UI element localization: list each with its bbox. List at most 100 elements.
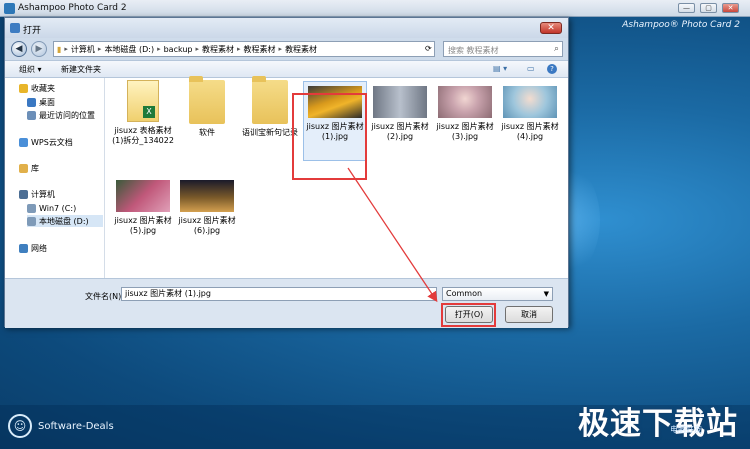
chevron-right-icon: ▸ — [278, 45, 283, 53]
sidebar-item-label: Win7 (C:) — [39, 203, 77, 213]
back-button[interactable]: ◀ — [11, 41, 27, 57]
selected-file-highlight — [292, 93, 367, 180]
breadcrumb-item[interactable]: 教程素材 — [285, 44, 317, 55]
image-thumbnail — [180, 180, 234, 212]
dialog-body: 收藏夹 桌面 最近访问的位置 WPS云文档 库 计算机 Win7 (C:) 本地… — [5, 76, 568, 278]
help-icon[interactable]: ? — [547, 64, 557, 74]
chevron-right-icon: ▸ — [195, 45, 200, 53]
navigation-row: ◀ ▶ ▮ ▸ 计算机 ▸ 本地磁盘 (D:) ▸ backup ▸ 教程素材 … — [5, 38, 568, 60]
chevron-right-icon: ▸ — [64, 45, 68, 53]
cancel-button[interactable]: 取消 — [505, 306, 553, 323]
folder-icon — [252, 76, 288, 124]
computer-icon — [19, 189, 28, 199]
sidebar-item-label: 本地磁盘 (D:) — [39, 216, 89, 226]
dialog-titlebar: 打开 ✕ — [5, 18, 568, 38]
cloud-icon — [19, 137, 28, 147]
sidebar-item-desktop[interactable]: 桌面 — [27, 96, 55, 108]
file-item[interactable]: jisuxz 图片素材 (3).jpg — [434, 80, 496, 142]
maximize-button[interactable]: ▢ — [700, 3, 717, 13]
file-name: jisuxz 图片素材 (5).jpg — [114, 216, 172, 235]
desktop-icon — [27, 97, 36, 107]
image-thumbnail — [503, 86, 557, 118]
app-title: Ashampoo Photo Card 2 — [18, 3, 127, 13]
app-close-button[interactable]: ✕ — [722, 3, 739, 13]
file-name: 软件 — [199, 128, 215, 137]
sidebar-item-computer[interactable]: 计算机 — [19, 188, 55, 200]
breadcrumb-item[interactable]: 教程素材 — [202, 44, 234, 55]
folder-icon — [189, 76, 225, 124]
file-name: jisuxz 图片素材 (3).jpg — [436, 122, 494, 141]
file-item[interactable]: jisuxz 表格素材 (1)拆分_134022 — [112, 80, 174, 146]
image-thumbnail — [373, 86, 427, 118]
network-icon — [19, 243, 28, 253]
file-type-value: Common — [446, 289, 483, 298]
preview-pane-icon[interactable]: ▭ — [527, 64, 535, 73]
app-titlebar: Ashampoo Photo Card 2 — ▢ ✕ — [0, 0, 750, 17]
dialog-icon — [10, 23, 20, 33]
address-bar[interactable]: ▮ ▸ 计算机 ▸ 本地磁盘 (D:) ▸ backup ▸ 教程素材 ▸ 教程… — [53, 41, 435, 57]
breadcrumb-item[interactable]: backup — [164, 45, 193, 54]
breadcrumb-item[interactable]: 本地磁盘 (D:) — [104, 44, 154, 55]
open-file-dialog: 打开 ✕ ◀ ▶ ▮ ▸ 计算机 ▸ 本地磁盘 (D:) ▸ backup ▸ … — [4, 17, 569, 328]
file-item[interactable]: jisuxz 图片素材 (5).jpg — [112, 174, 174, 236]
app-logo-icon — [4, 3, 15, 14]
image-thumbnail — [438, 86, 492, 118]
sidebar-item-library[interactable]: 库 — [19, 162, 39, 174]
sidebar-item-label: 网络 — [31, 243, 47, 253]
filename-label: 文件名(N): — [85, 292, 124, 301]
dialog-close-button[interactable]: ✕ — [540, 22, 562, 34]
chevron-right-icon: ▸ — [97, 45, 102, 53]
file-item[interactable]: jisuxz 图片素材 (4).jpg — [499, 80, 561, 142]
spreadsheet-icon — [127, 80, 159, 122]
file-name: jisuxz 图片素材 (2).jpg — [371, 122, 429, 141]
library-icon — [19, 163, 28, 173]
watermark: 极速下载站 — [578, 406, 738, 442]
recent-icon — [27, 110, 36, 120]
sidebar-item-label: 库 — [31, 163, 39, 173]
file-name: jisuxz 表格素材 (1)拆分_134022 — [112, 126, 174, 145]
file-type-select[interactable]: Common ▼ — [442, 287, 553, 301]
search-icon: ⌕ — [553, 44, 559, 54]
software-deals-link[interactable]: ☺ Software-Deals — [8, 413, 114, 439]
file-item[interactable]: jisuxz 图片素材 (6).jpg — [176, 174, 238, 236]
sidebar-item-network[interactable]: 网络 — [19, 242, 47, 254]
sidebar-item-label: WPS云文档 — [31, 137, 73, 147]
drive-icon — [27, 203, 36, 213]
navigation-pane: 收藏夹 桌面 最近访问的位置 WPS云文档 库 计算机 Win7 (C:) 本地… — [5, 78, 105, 278]
file-item[interactable]: 软件 — [176, 76, 238, 138]
breadcrumb-item[interactable]: 计算机 — [71, 44, 95, 55]
chevron-right-icon: ▸ — [237, 45, 241, 53]
search-placeholder: 搜索 教程素材 — [448, 46, 499, 55]
forward-button[interactable]: ▶ — [31, 41, 47, 57]
sidebar-item-label: 收藏夹 — [31, 83, 55, 93]
sidebar-item-label: 最近访问的位置 — [39, 110, 95, 120]
search-input[interactable]: 搜索 教程素材 ⌕ — [443, 41, 563, 57]
view-icon[interactable]: ▤ ▾ — [493, 64, 507, 73]
refresh-icon[interactable]: ⟳ — [425, 44, 432, 53]
open-button[interactable]: 打开(O) — [445, 306, 493, 323]
filename-input[interactable]: jisuxz 图片素材 (1).jpg — [121, 287, 437, 301]
drive-icon — [27, 216, 36, 226]
file-item[interactable]: jisuxz 图片素材 (2).jpg — [369, 80, 431, 142]
chevron-down-icon: ▼ — [543, 290, 549, 298]
software-deals-label: Software-Deals — [38, 420, 114, 432]
file-name: jisuxz 图片素材 (6).jpg — [178, 216, 236, 235]
dialog-footer: 文件名(N): jisuxz 图片素材 (1).jpg Common ▼ 打开(… — [5, 278, 568, 328]
sidebar-item-favorites[interactable]: 收藏夹 — [19, 82, 55, 94]
folder-icon: ▮ — [57, 44, 62, 54]
sidebar-item-drive-c[interactable]: Win7 (C:) — [27, 202, 76, 214]
star-icon — [19, 83, 28, 93]
sidebar-item-label: 桌面 — [39, 97, 55, 107]
breadcrumb-item[interactable]: 教程素材 — [244, 44, 276, 55]
file-name: jisuxz 图片素材 (4).jpg — [501, 122, 559, 141]
minimize-button[interactable]: — — [678, 3, 695, 13]
new-folder-button[interactable]: 新建文件夹 — [61, 64, 101, 75]
sidebar-item-wps-cloud[interactable]: WPS云文档 — [19, 136, 73, 148]
organize-menu[interactable]: 组织 ▾ — [19, 64, 42, 75]
watermark-sub: 电脑好友 — [670, 425, 702, 434]
sidebar-item-label: 计算机 — [31, 189, 55, 199]
image-thumbnail — [116, 180, 170, 212]
software-deals-icon: ☺ — [8, 414, 32, 438]
sidebar-item-recent[interactable]: 最近访问的位置 — [27, 109, 95, 121]
sidebar-item-drive-d[interactable]: 本地磁盘 (D:) — [27, 215, 103, 227]
